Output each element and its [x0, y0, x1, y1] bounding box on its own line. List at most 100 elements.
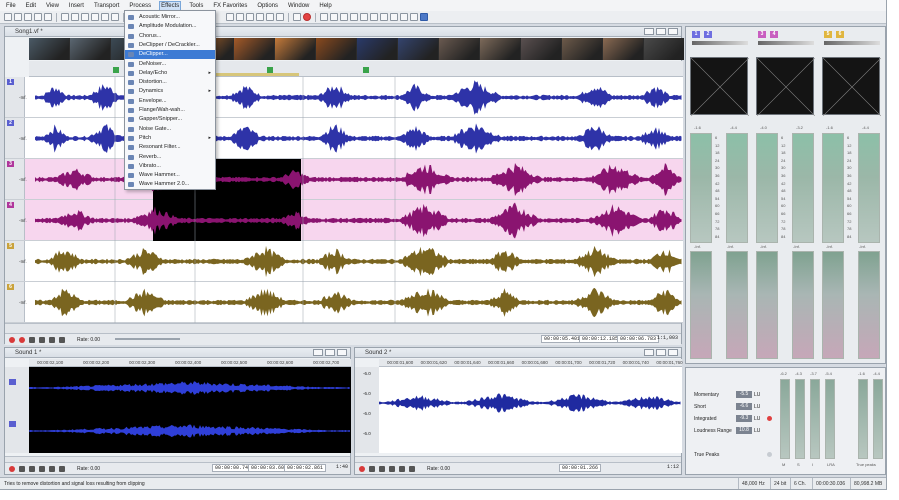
- go-end-icon[interactable]: [400, 13, 408, 21]
- stop-button[interactable]: [49, 465, 55, 472]
- track-lane[interactable]: 3 -Inf.: [5, 159, 683, 200]
- record-button[interactable]: [9, 336, 15, 343]
- effects-menu-item[interactable]: Gapper/Snipper...: [125, 115, 215, 124]
- menu-transport[interactable]: Transport: [93, 2, 120, 10]
- track-lane[interactable]: 5 -Inf.: [5, 241, 683, 282]
- go-end-button[interactable]: [409, 465, 415, 472]
- pencil-icon[interactable]: [236, 13, 244, 21]
- snap-icon[interactable]: [256, 13, 264, 21]
- meter-gain-slider[interactable]: [824, 41, 880, 45]
- sound1-ruler[interactable]: 00:00:02,100 00:00:02,200 00:00:02,300 00:0…: [29, 359, 351, 367]
- menu-file[interactable]: File: [5, 2, 17, 10]
- menu-fx-favorites[interactable]: FX Favorites: [212, 2, 248, 10]
- redo-icon[interactable]: [111, 13, 119, 21]
- meter-badge[interactable]: 4: [770, 31, 778, 38]
- loop-record-button[interactable]: [19, 336, 25, 343]
- effects-menu-item[interactable]: Delay/Echo ▸: [125, 69, 215, 78]
- selection-end-time[interactable]: 00:00:12.185: [579, 335, 622, 343]
- stop-icon[interactable]: [360, 13, 368, 21]
- effects-menu-item[interactable]: Vibrato...: [125, 162, 215, 171]
- record-icon[interactable]: [303, 13, 311, 21]
- open-file-icon[interactable]: [14, 13, 22, 21]
- record-button[interactable]: [9, 465, 15, 472]
- menu-view[interactable]: View: [45, 2, 60, 10]
- menu-insert[interactable]: Insert: [68, 2, 85, 10]
- zoom-icon[interactable]: [226, 13, 234, 21]
- minimize-icon[interactable]: [644, 28, 654, 35]
- event-tool-icon[interactable]: [293, 13, 301, 21]
- menu-window[interactable]: Window: [287, 2, 310, 10]
- close-icon[interactable]: [337, 349, 347, 356]
- maximize-icon[interactable]: [656, 28, 666, 35]
- track-number-badge[interactable]: 1: [7, 79, 14, 85]
- marker-flag-icon[interactable]: [363, 67, 369, 73]
- play-icon[interactable]: [330, 13, 338, 21]
- scrub-icon[interactable]: [410, 13, 418, 21]
- meter-badge[interactable]: 1: [692, 31, 700, 38]
- go-start-button[interactable]: [29, 465, 35, 472]
- meter-badge[interactable]: 5: [824, 31, 832, 38]
- loop-button[interactable]: [369, 465, 375, 472]
- help-icon[interactable]: [420, 13, 428, 21]
- effects-menu-item[interactable]: Noise Gate...: [125, 125, 215, 134]
- meter-badge[interactable]: 2: [704, 31, 712, 38]
- undo-icon[interactable]: [101, 13, 109, 21]
- maximize-icon[interactable]: [656, 349, 666, 356]
- effects-menu-item[interactable]: Amplitude Modulation...: [125, 22, 215, 31]
- effects-menu-item[interactable]: Reverb...: [125, 153, 215, 162]
- track-number-badge[interactable]: 2: [7, 120, 14, 126]
- go-start-button[interactable]: [379, 465, 385, 472]
- effects-menu-item[interactable]: Wave Hammer...: [125, 171, 215, 180]
- sound2-ruler[interactable]: 00:00:01,600 00:00:01,620 00:00:01,640 00:0…: [379, 359, 683, 367]
- play-button[interactable]: [389, 465, 395, 472]
- menu-effects[interactable]: Effects: [159, 0, 182, 11]
- stop-button[interactable]: [49, 336, 55, 343]
- effects-menu-item[interactable]: DeNoiser...: [125, 60, 215, 69]
- cut-icon[interactable]: [61, 13, 69, 21]
- effects-menu-item[interactable]: Acoustic Mirror...: [125, 13, 215, 22]
- go-end-button[interactable]: [59, 336, 65, 343]
- loop-icon[interactable]: [320, 13, 328, 21]
- trim-icon[interactable]: [91, 13, 99, 21]
- effects-menu-item[interactable]: Resonant Filter...: [125, 143, 215, 152]
- close-icon[interactable]: [668, 28, 678, 35]
- effects-menu-item[interactable]: Flange/Wah-wah...: [125, 106, 215, 115]
- track-lane[interactable]: 6 -Inf.: [5, 282, 683, 323]
- menu-help[interactable]: Help: [318, 2, 332, 10]
- effects-menu-item[interactable]: Distortion...: [125, 78, 215, 87]
- menu-options[interactable]: Options: [256, 2, 279, 10]
- effects-menu-item[interactable]: Wave Hammer 2.0...: [125, 180, 215, 189]
- rewind-icon[interactable]: [380, 13, 388, 21]
- meter-gain-slider[interactable]: [692, 41, 748, 45]
- minimize-icon[interactable]: [644, 349, 654, 356]
- selection-start-time[interactable]: 00:00:05.401: [541, 335, 584, 343]
- track-number-badge[interactable]: 5: [7, 243, 14, 249]
- menu-tools[interactable]: Tools: [188, 2, 204, 10]
- selection-length-time[interactable]: 00:00:06.783: [617, 335, 660, 343]
- close-icon[interactable]: [668, 349, 678, 356]
- play-button[interactable]: [39, 465, 45, 472]
- track-lane[interactable]: 1 -Inf.: [5, 77, 683, 118]
- meter-badge[interactable]: 3: [758, 31, 766, 38]
- track-number-badge[interactable]: 4: [7, 202, 14, 208]
- sound1-length-time[interactable]: 00:00:02.861: [284, 464, 327, 472]
- effects-menu-item[interactable]: Pitch ▸: [125, 134, 215, 143]
- effects-menu-item[interactable]: Dynamics ▸: [125, 87, 215, 96]
- menu-process[interactable]: Process: [128, 2, 152, 10]
- effects-menu-item[interactable]: Envelope...: [125, 97, 215, 106]
- track-number-badge[interactable]: 6: [7, 284, 14, 290]
- track-lane[interactable]: 4 -Inf.: [5, 200, 683, 241]
- go-start-button[interactable]: [29, 336, 35, 343]
- effects-menu-item[interactable]: DeClipper / DeCrackler...: [125, 41, 215, 50]
- play-all-icon[interactable]: [340, 13, 348, 21]
- sound1-waveform[interactable]: [29, 367, 351, 453]
- stop-button[interactable]: [399, 465, 405, 472]
- effects-menu-item[interactable]: Chorus...: [125, 32, 215, 41]
- rate-slider[interactable]: [115, 338, 180, 340]
- channel-2-badge[interactable]: [9, 421, 16, 427]
- minimize-icon[interactable]: [313, 349, 323, 356]
- sound2-start-time[interactable]: 00:00:01.266: [559, 464, 602, 472]
- channel-1-badge[interactable]: [9, 379, 16, 385]
- forward-icon[interactable]: [390, 13, 398, 21]
- record-button[interactable]: [359, 465, 365, 472]
